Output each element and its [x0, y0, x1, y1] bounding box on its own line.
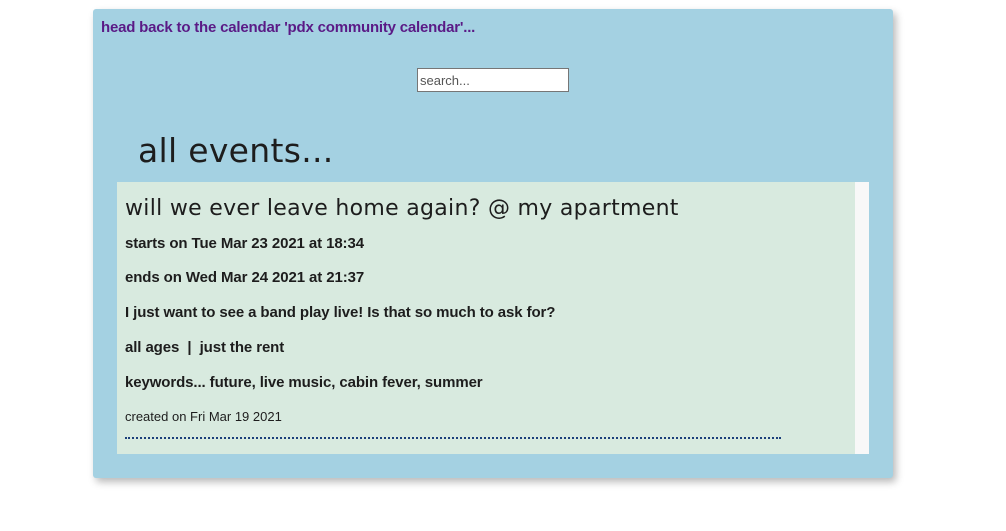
event-keywords: keywords... future, live music, cabin fe…	[125, 374, 483, 391]
events-list: will we ever leave home again? @ my apar…	[117, 182, 869, 454]
page-title: all events...	[138, 131, 334, 170]
event-age-and-price: all ages | just the rent	[125, 339, 285, 356]
event-created-date: created on Fri Mar 19 2021	[125, 409, 282, 424]
back-to-calendar-link[interactable]: head back to the calendar 'pdx community…	[101, 19, 475, 36]
event-description: I just want to see a band play live! Is …	[125, 304, 556, 321]
search-input[interactable]	[417, 68, 569, 92]
calendar-panel: head back to the calendar 'pdx community…	[93, 9, 893, 478]
event-card: will we ever leave home again? @ my apar…	[117, 182, 855, 454]
event-end-time: ends on Wed Mar 24 2021 at 21:37	[125, 269, 365, 286]
event-divider	[125, 437, 781, 439]
event-title: will we ever leave home again? @ my apar…	[125, 196, 679, 221]
event-start-time: starts on Tue Mar 23 2021 at 18:34	[125, 235, 364, 252]
